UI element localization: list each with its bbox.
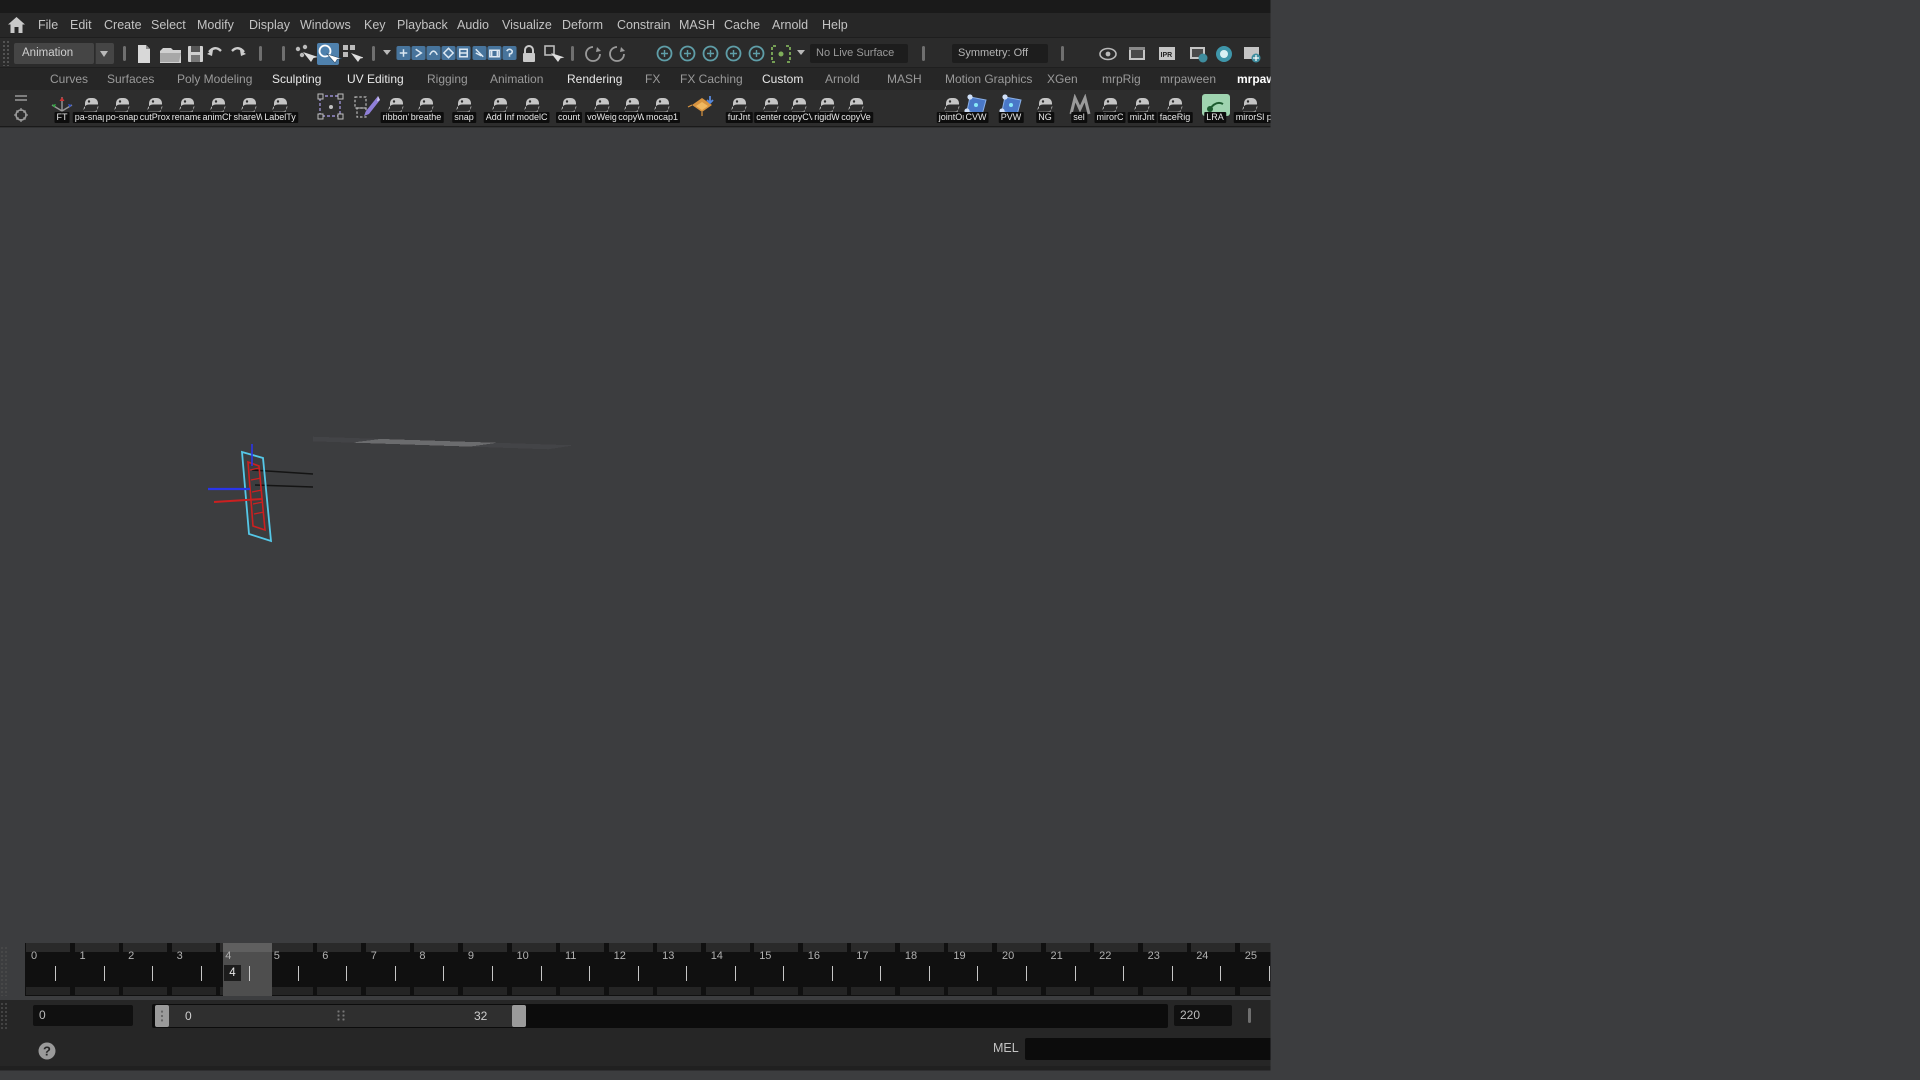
svg-text:{;}: {;} [1895,1045,1913,1057]
svg-text:?: ? [43,1044,51,1059]
svg-text:AYA: AYA [18,906,31,913]
svg-text:FRONT: FRONT [1816,237,1837,243]
svg-text:A: A [334,165,343,179]
svg-text:RIGHT: RIGHT [1850,238,1873,245]
svg-text:IPR: IPR [1161,52,1173,59]
svg-text:ON: ON [1182,170,1191,176]
